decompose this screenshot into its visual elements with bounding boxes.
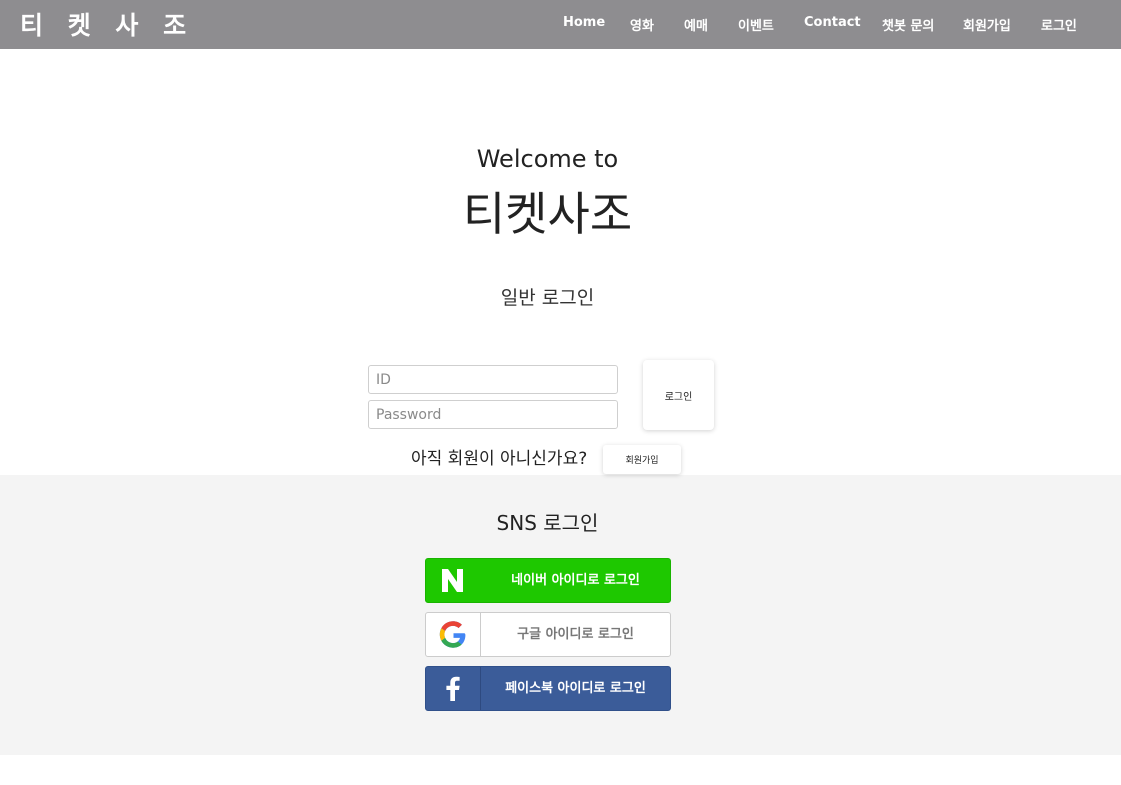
facebook-login-label: 페이스북 아이디로 로그인 [505, 681, 646, 696]
naver-icon [426, 559, 481, 602]
sns-login-title: SNS 로그인 [496, 511, 599, 535]
nav-signup[interactable]: 회원가입 [963, 15, 1011, 34]
naver-login-button[interactable]: 네이버 아이디로 로그인 [425, 558, 671, 603]
facebook-login-button[interactable]: 페이스북 아이디로 로그인 [425, 666, 671, 711]
general-login-title: 일반 로그인 [500, 287, 595, 309]
nav-contact[interactable]: Contact [804, 15, 861, 30]
welcome-heading: Welcome to [476, 145, 619, 173]
nav-booking[interactable]: 예매 [684, 15, 708, 34]
nav-events[interactable]: 이벤트 [738, 15, 774, 34]
brand-logo[interactable]: 티 켓 사 조 [20, 6, 194, 42]
google-login-button[interactable]: 구글 아이디로 로그인 [425, 612, 671, 657]
signup-button[interactable]: 회원가입 [603, 445, 681, 474]
login-button[interactable]: 로그인 [643, 360, 714, 430]
top-navbar: 티 켓 사 조 Home 영화 예매 이벤트 Contact 챗봇 문의 회원가… [0, 0, 1121, 49]
site-name-heading: 티켓사조 [462, 187, 633, 241]
nav-movies[interactable]: 영화 [630, 15, 654, 34]
naver-login-label: 네이버 아이디로 로그인 [511, 573, 640, 588]
google-icon [426, 613, 481, 656]
nav-chatbot[interactable]: 챗봇 문의 [882, 15, 934, 34]
nav-home[interactable]: Home [563, 15, 605, 30]
sns-login-section: SNS 로그인 네이버 아이디로 로그인 구글 아이디로 로그인 페이스북 아이… [0, 475, 1121, 755]
not-member-text: 아직 회원이 아니신가요? [411, 449, 588, 469]
nav-login[interactable]: 로그인 [1041, 15, 1077, 34]
id-input[interactable] [368, 365, 618, 394]
facebook-icon [426, 667, 481, 710]
password-input[interactable] [368, 400, 618, 429]
google-login-label: 구글 아이디로 로그인 [517, 627, 634, 642]
